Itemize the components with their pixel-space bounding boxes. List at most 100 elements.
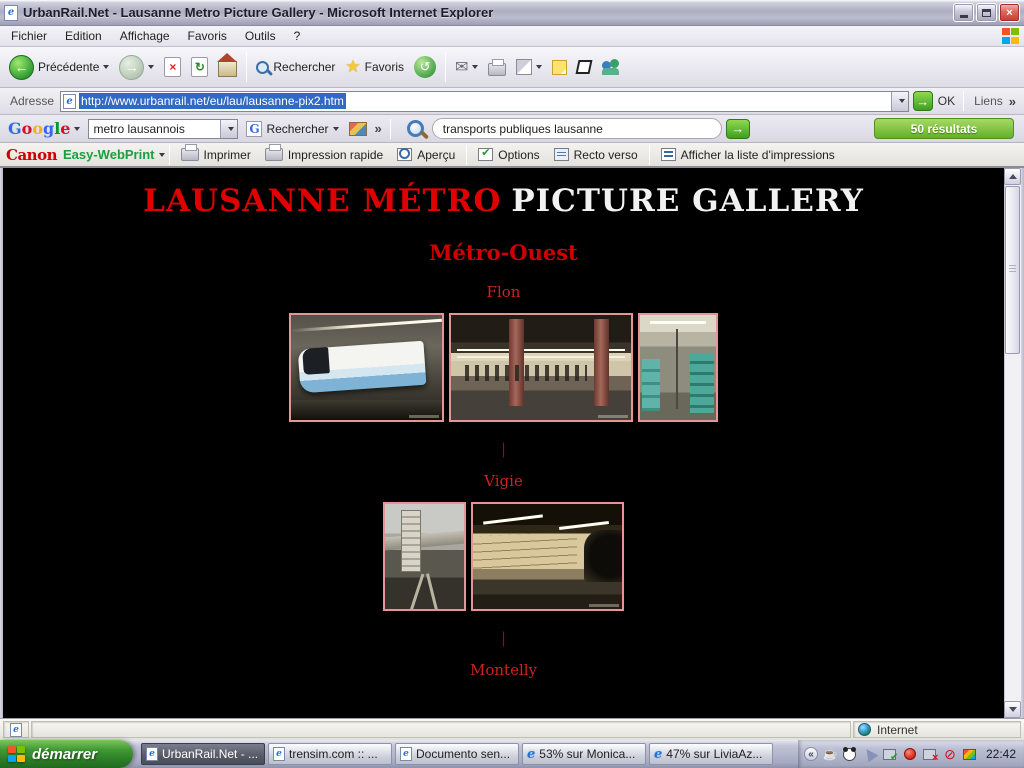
canon-duplex-button[interactable]: Recto verso	[554, 148, 638, 162]
canon-printlist-button[interactable]: Afficher la liste d'impressions	[661, 148, 835, 162]
edit-button[interactable]	[511, 56, 547, 78]
links-overflow-chevron[interactable]: »	[1009, 94, 1016, 109]
scroll-down-button[interactable]	[1004, 701, 1021, 718]
vigie-photo-row	[3, 502, 1004, 611]
flon-photo-row	[3, 313, 1004, 422]
tray-collapse-button[interactable]: «	[804, 747, 818, 761]
search-button[interactable]: Rechercher	[251, 57, 340, 77]
print-button[interactable]	[483, 55, 511, 79]
security-tray-icon[interactable]	[902, 746, 918, 762]
minimize-button[interactable]	[953, 3, 974, 22]
address-dropdown-button[interactable]	[891, 92, 908, 111]
blocked-tray-icon[interactable]: ⊘	[942, 746, 958, 762]
start-label: démarrer	[32, 746, 97, 763]
start-button[interactable]: démarrer	[0, 740, 133, 768]
antivirus-panda-icon[interactable]	[842, 746, 858, 762]
back-button[interactable]: ← Précédente	[4, 52, 114, 83]
menu-fichier[interactable]: Fichier	[2, 26, 56, 46]
go-button[interactable]: → OK	[913, 91, 955, 111]
quickprint-icon	[265, 148, 283, 161]
messenger-flag-button[interactable]	[572, 57, 596, 77]
photo-train-interior[interactable]	[638, 313, 718, 422]
websearch-input[interactable]: transports publiques lausanne	[432, 118, 722, 139]
station-link-montelly[interactable]: Montelly	[3, 661, 1004, 679]
taskbar-item-documento[interactable]: e Documento sen...	[395, 743, 519, 765]
page-title: LAUSANNE MÉTROPICTURE GALLERY	[3, 182, 1004, 220]
google-extra-icon[interactable]	[349, 122, 367, 136]
photo-flon-platform[interactable]	[449, 313, 633, 422]
canon-options-button[interactable]: Options	[478, 148, 539, 162]
google-query-dropdown[interactable]	[220, 120, 237, 138]
taskbar-clock[interactable]: 22:42	[986, 747, 1016, 761]
refresh-button[interactable]: ↻	[186, 54, 213, 80]
messenger-button[interactable]	[596, 56, 626, 78]
back-dropdown-icon[interactable]	[103, 65, 109, 69]
status-icon-pane: e	[3, 721, 29, 738]
canon-print-button[interactable]: Imprimer	[181, 148, 251, 162]
canon-preview-button[interactable]: Aperçu	[397, 148, 455, 162]
arrow-up-icon	[1009, 174, 1017, 179]
favorites-button[interactable]: ★ Favoris	[340, 54, 409, 80]
menu-aide[interactable]: ?	[285, 26, 310, 46]
page-title-red: LAUSANNE MÉTRO	[143, 183, 501, 219]
scrollbar-thumb[interactable]	[1005, 186, 1020, 354]
google-overflow-chevron[interactable]: »	[375, 121, 382, 136]
edit-dropdown-icon[interactable]	[536, 65, 542, 69]
stop-button[interactable]: ×	[159, 54, 186, 80]
taskbar-item-download-livia[interactable]: e 47% sur LiviaAz...	[649, 743, 773, 765]
display-settings-icon[interactable]	[962, 746, 978, 762]
forward-dropdown-icon[interactable]	[148, 65, 154, 69]
google-search-dropdown-icon[interactable]	[333, 127, 339, 131]
zone-label: Internet	[877, 723, 918, 737]
taskbar-item-trensim[interactable]: e trensim.com :: ...	[268, 743, 392, 765]
station-link-vigie[interactable]: Vigie	[3, 472, 1004, 490]
notes-button[interactable]	[547, 57, 572, 78]
station-link-flon[interactable]: Flon	[3, 283, 1004, 301]
photo-flon-train[interactable]	[289, 313, 444, 422]
network-error-icon[interactable]	[922, 746, 938, 762]
update-check-icon[interactable]	[882, 746, 898, 762]
address-input[interactable]: e http://www.urbanrail.net/eu/lau/lausan…	[60, 91, 909, 112]
results-button[interactable]: 50 résultats	[874, 118, 1014, 139]
google-query: metro lausannois	[89, 122, 220, 136]
task-buttons: e UrbanRail.Net - ... e trensim.com :: .…	[141, 743, 773, 765]
easywebprint-label[interactable]: Easy-WebPrint	[63, 147, 155, 162]
mail-dropdown-icon[interactable]	[472, 65, 478, 69]
mail-button[interactable]: ✉	[450, 54, 483, 80]
menu-outils[interactable]: Outils	[236, 26, 285, 46]
links-label[interactable]: Liens	[974, 94, 1003, 108]
restore-button[interactable]	[976, 3, 997, 22]
google-toolbar: Google metro lausannois G Rechercher » t…	[0, 115, 1024, 143]
edit-page-icon	[516, 59, 532, 75]
home-button[interactable]	[213, 54, 242, 80]
google-search-button[interactable]: G Rechercher	[246, 121, 338, 137]
google-search-input[interactable]: metro lausannois	[88, 119, 238, 139]
canon-quickprint-button[interactable]: Impression rapide	[265, 148, 383, 162]
google-dropdown-icon[interactable]	[74, 127, 80, 131]
easywebprint-dropdown-icon[interactable]	[159, 153, 165, 157]
java-tray-icon[interactable]: ☕	[822, 746, 838, 762]
scrollbar-track[interactable]	[1004, 355, 1021, 701]
photo-vigie-platform[interactable]	[471, 502, 624, 611]
canon-toolbar: Canon Easy-WebPrint Imprimer Impression …	[0, 143, 1024, 168]
address-url-selected[interactable]: http://www.urbanrail.net/eu/lau/lausanne…	[79, 93, 346, 109]
history-button[interactable]: ↺	[409, 53, 441, 81]
menu-bar: Fichier Edition Affichage Favoris Outils…	[0, 26, 1024, 47]
google-logo[interactable]: Google	[8, 119, 70, 138]
taskbar-item-urbanrail[interactable]: e UrbanRail.Net - ...	[141, 743, 265, 765]
ie-task-icon: e	[146, 747, 158, 761]
print-list-icon	[661, 148, 676, 161]
forward-button[interactable]: →	[114, 52, 159, 83]
menu-affichage[interactable]: Affichage	[111, 26, 179, 46]
photo-vigie-outdoor[interactable]	[383, 502, 466, 611]
menu-edition[interactable]: Edition	[56, 26, 111, 46]
scroll-up-button[interactable]	[1004, 168, 1021, 185]
rocket-tray-icon[interactable]	[862, 746, 878, 762]
menu-favoris[interactable]: Favoris	[179, 26, 236, 46]
vertical-scrollbar[interactable]	[1004, 168, 1021, 718]
canon-logo: Canon	[6, 146, 57, 164]
websearch-go-button[interactable]: →	[726, 119, 750, 139]
options-checkbox-icon	[478, 148, 493, 161]
close-button[interactable]: ×	[999, 3, 1020, 22]
taskbar-item-download-monica[interactable]: e 53% sur Monica...	[522, 743, 646, 765]
